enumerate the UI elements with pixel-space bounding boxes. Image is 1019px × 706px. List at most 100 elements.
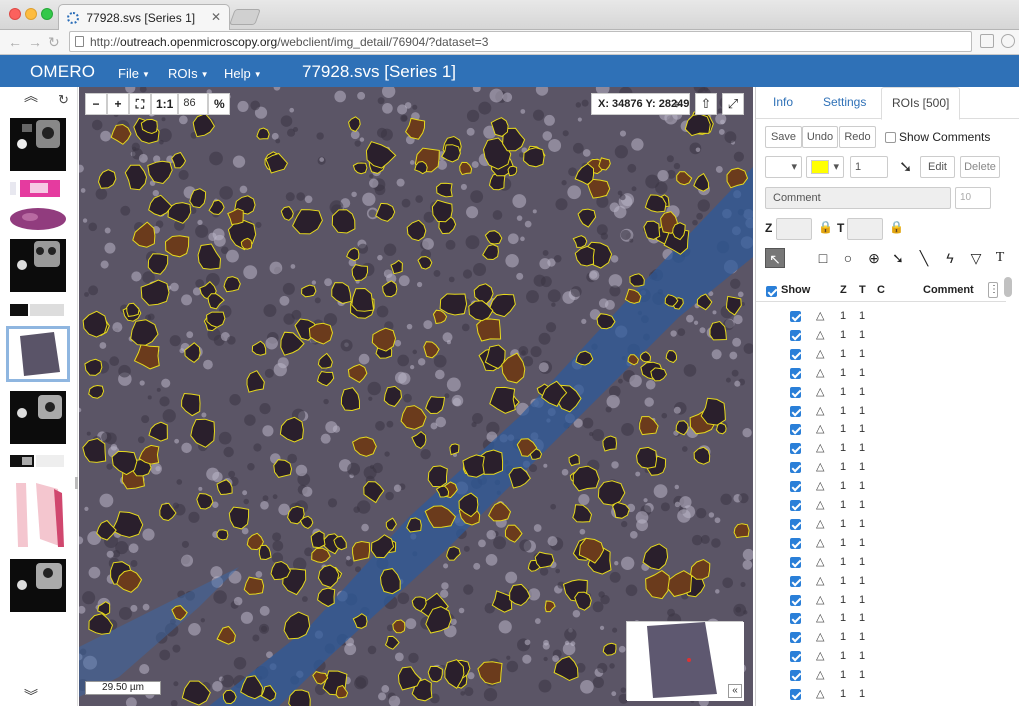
row-show-checkbox[interactable] — [790, 556, 801, 568]
scroll-down-icon[interactable]: ︾ — [24, 689, 38, 703]
row-show-checkbox[interactable] — [790, 518, 801, 530]
reload-icon[interactable]: ↻ — [48, 34, 60, 51]
row-show-checkbox[interactable] — [790, 537, 801, 549]
edit-button[interactable]: Edit — [920, 156, 955, 178]
col-t[interactable]: T — [859, 284, 866, 296]
thumbnail[interactable] — [10, 453, 66, 470]
row-show-checkbox[interactable] — [790, 348, 801, 360]
row-show-checkbox[interactable] — [790, 424, 801, 436]
col-z[interactable]: Z — [840, 284, 847, 296]
menu-help[interactable]: Help ▼ — [224, 66, 262, 81]
row-show-checkbox[interactable] — [790, 594, 801, 606]
tab-settings[interactable]: Settings — [823, 95, 866, 109]
line-tool-icon[interactable]: ╲ — [914, 248, 934, 268]
browser-tab[interactable]: 77928.svs [Series 1] ✕ — [58, 4, 230, 31]
omero-brand[interactable]: OMERO — [30, 62, 95, 82]
table-row[interactable]: △ 1 1 — [756, 628, 1004, 647]
extension-icon[interactable] — [980, 34, 994, 48]
ellipse-tool-icon[interactable]: ○ — [838, 248, 858, 268]
home-arrow-icon[interactable]: ⇧ — [695, 93, 717, 115]
thumbnail[interactable] — [10, 559, 66, 612]
row-show-checkbox[interactable] — [790, 575, 801, 587]
row-show-checkbox[interactable] — [790, 613, 801, 625]
table-row[interactable]: △ 1 1 — [756, 439, 1004, 458]
zoom-percent-button[interactable]: % — [208, 93, 231, 115]
row-show-checkbox[interactable] — [790, 500, 801, 511]
thumbnail[interactable] — [10, 479, 66, 551]
row-show-checkbox[interactable] — [790, 443, 801, 455]
col-show[interactable]: Show — [781, 284, 810, 296]
lock-icon[interactable]: 🔒 — [818, 220, 833, 234]
table-row[interactable]: △ 1 1 — [756, 666, 1004, 685]
scroll-up-icon[interactable]: ︽ — [24, 89, 38, 103]
menu-file[interactable]: File ▼ — [118, 66, 150, 81]
zoom-percent-input[interactable]: 86 — [178, 93, 209, 115]
left-panel-splitter[interactable] — [75, 477, 78, 489]
stroke-color-picker[interactable]: ▾ — [765, 156, 802, 178]
table-row[interactable]: △ 1 1 — [756, 383, 1004, 402]
show-comments-checkbox[interactable] — [885, 131, 896, 145]
show-all-checkbox[interactable] — [766, 285, 777, 299]
redo-button[interactable]: Redo — [839, 126, 876, 148]
select-tool-icon[interactable]: ↖ — [765, 248, 785, 268]
thumbnail[interactable] — [10, 205, 66, 233]
menu-icon[interactable] — [1001, 34, 1015, 48]
undo-button[interactable]: Undo — [802, 126, 838, 148]
table-row[interactable]: △ 1 1 — [756, 647, 1004, 666]
row-show-checkbox[interactable] — [790, 651, 801, 663]
table-row[interactable]: △ 1 1 — [756, 553, 1004, 572]
image-viewer[interactable]: − + ⛶ 1:1 86 % X: 34876 Y: 28249 ⌖ ⇧ ⤢ 2… — [79, 87, 753, 706]
row-show-checkbox[interactable] — [790, 329, 801, 341]
polyline-tool-icon[interactable]: ϟ — [940, 248, 960, 268]
table-row[interactable]: △ 1 1 — [756, 420, 1004, 439]
thumbnail[interactable] — [10, 239, 66, 292]
t-input[interactable] — [847, 218, 883, 240]
save-button[interactable]: Save — [765, 126, 802, 148]
thumbnail[interactable] — [10, 391, 66, 444]
table-row[interactable]: △ 1 1 — [756, 572, 1004, 591]
crosshair-icon[interactable]: ⌖ — [673, 96, 681, 113]
menu-rois[interactable]: ROIs ▼ — [168, 66, 209, 81]
row-show-checkbox[interactable] — [790, 405, 801, 417]
tissue-image-with-rois[interactable] — [79, 87, 753, 706]
col-c[interactable]: C — [877, 284, 885, 296]
close-window-button[interactable] — [9, 8, 21, 20]
comment-input[interactable]: Comment — [765, 187, 951, 209]
table-row[interactable]: △ 1 1 — [756, 402, 1004, 421]
arrow-cursor-icon[interactable]: ➘ — [899, 157, 912, 177]
tab-info[interactable]: Info — [773, 95, 793, 109]
polygon-tool-icon[interactable]: ▽ — [966, 248, 986, 268]
maximize-window-button[interactable] — [41, 8, 53, 20]
new-tab-button[interactable] — [229, 9, 261, 25]
delete-button[interactable]: Delete — [960, 156, 1000, 178]
back-arrow-icon[interactable]: ← — [8, 34, 22, 50]
thumbnail[interactable] — [10, 302, 66, 319]
thumbnail-selected[interactable] — [6, 326, 70, 382]
zoom-out-button[interactable]: − — [85, 93, 107, 115]
fill-color-picker[interactable]: ▾ — [806, 156, 844, 178]
row-show-checkbox[interactable] — [790, 689, 801, 700]
table-row[interactable]: △ 1 1 — [756, 477, 1004, 496]
table-row[interactable]: △ 1 1 — [756, 496, 1004, 515]
row-show-checkbox[interactable] — [790, 670, 801, 682]
lock-icon[interactable]: 🔒 — [889, 220, 904, 234]
fit-to-window-icon[interactable]: ⛶ — [129, 93, 151, 115]
birdseye-overview[interactable] — [626, 621, 744, 701]
close-tab-icon[interactable]: ✕ — [211, 10, 221, 24]
col-comment[interactable]: Comment — [923, 284, 974, 296]
table-row[interactable]: △ 1 1 — [756, 345, 1004, 364]
rectangle-tool-icon[interactable]: □ — [813, 248, 833, 268]
collapse-birdseye-button[interactable]: « — [728, 684, 742, 698]
rows-scrollbar[interactable] — [1004, 277, 1012, 297]
table-row[interactable]: △ 1 1 — [756, 591, 1004, 610]
table-row[interactable]: △ 1 1 — [756, 534, 1004, 553]
table-row[interactable]: △ 1 1 — [756, 307, 1004, 326]
one-to-one-button[interactable]: 1:1 — [151, 93, 179, 115]
table-row[interactable]: △ 1 1 — [756, 609, 1004, 628]
table-row[interactable]: △ 1 1 — [756, 458, 1004, 477]
thumbnail[interactable] — [10, 118, 66, 171]
z-input[interactable] — [776, 218, 812, 240]
tab-rois[interactable]: ROIs [500] — [881, 87, 961, 120]
table-row[interactable]: △ 1 1 — [756, 515, 1004, 534]
row-show-checkbox[interactable] — [790, 311, 801, 322]
